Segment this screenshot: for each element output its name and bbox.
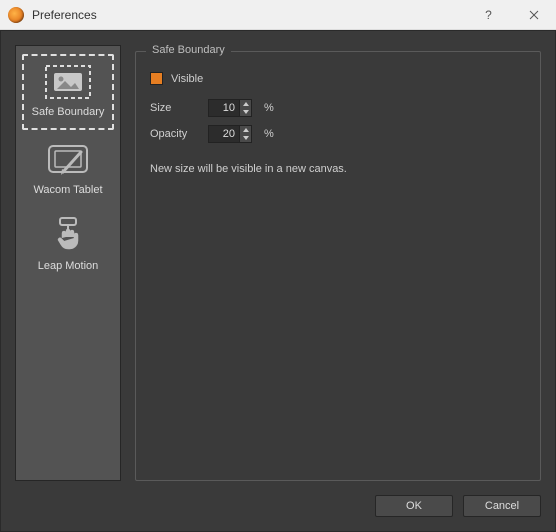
panel-title: Safe Boundary (146, 44, 231, 56)
dialog-body: Safe Boundary Wacom Tablet (0, 30, 556, 532)
size-row: Size % (150, 99, 526, 117)
opacity-label: Opacity (150, 128, 200, 140)
safe-boundary-icon (44, 64, 92, 100)
size-unit: % (264, 102, 274, 114)
chevron-up-icon (243, 102, 249, 106)
sidebar: Safe Boundary Wacom Tablet (15, 45, 121, 481)
opacity-spinner[interactable] (208, 125, 252, 143)
app-icon (8, 7, 24, 23)
help-icon: ? (485, 8, 492, 22)
opacity-input[interactable] (209, 126, 239, 142)
cancel-button[interactable]: Cancel (463, 495, 541, 517)
window-title: Preferences (32, 8, 466, 22)
size-step-down[interactable] (240, 108, 251, 116)
footer: OK Cancel (1, 487, 555, 531)
sidebar-item-leap-motion[interactable]: Leap Motion (22, 210, 114, 282)
opacity-step-down[interactable] (240, 134, 251, 142)
leap-icon (44, 218, 92, 254)
visible-label: Visible (171, 73, 203, 85)
tablet-icon (44, 142, 92, 178)
help-button[interactable]: ? (466, 0, 511, 30)
visible-checkbox[interactable] (150, 72, 163, 85)
sidebar-item-label: Safe Boundary (32, 106, 105, 118)
visible-row: Visible (150, 72, 526, 85)
opacity-row: Opacity % (150, 125, 526, 143)
sidebar-item-safe-boundary[interactable]: Safe Boundary (22, 54, 114, 130)
main-row: Safe Boundary Wacom Tablet (1, 31, 555, 487)
chevron-down-icon (243, 110, 249, 114)
opacity-unit: % (264, 128, 274, 140)
sidebar-item-label: Leap Motion (38, 260, 99, 272)
size-step-up[interactable] (240, 100, 251, 108)
size-input[interactable] (209, 100, 239, 116)
note-text: New size will be visible in a new canvas… (150, 163, 526, 175)
sidebar-item-label: Wacom Tablet (33, 184, 102, 196)
sidebar-item-wacom-tablet[interactable]: Wacom Tablet (22, 134, 114, 206)
size-spinner[interactable] (208, 99, 252, 117)
opacity-step-up[interactable] (240, 126, 251, 134)
close-icon (529, 10, 539, 20)
settings-panel: Safe Boundary Visible Size (135, 51, 541, 481)
ok-button[interactable]: OK (375, 495, 453, 517)
chevron-up-icon (243, 128, 249, 132)
titlebar: Preferences ? (0, 0, 556, 30)
size-label: Size (150, 102, 200, 114)
chevron-down-icon (243, 136, 249, 140)
close-button[interactable] (511, 0, 556, 30)
